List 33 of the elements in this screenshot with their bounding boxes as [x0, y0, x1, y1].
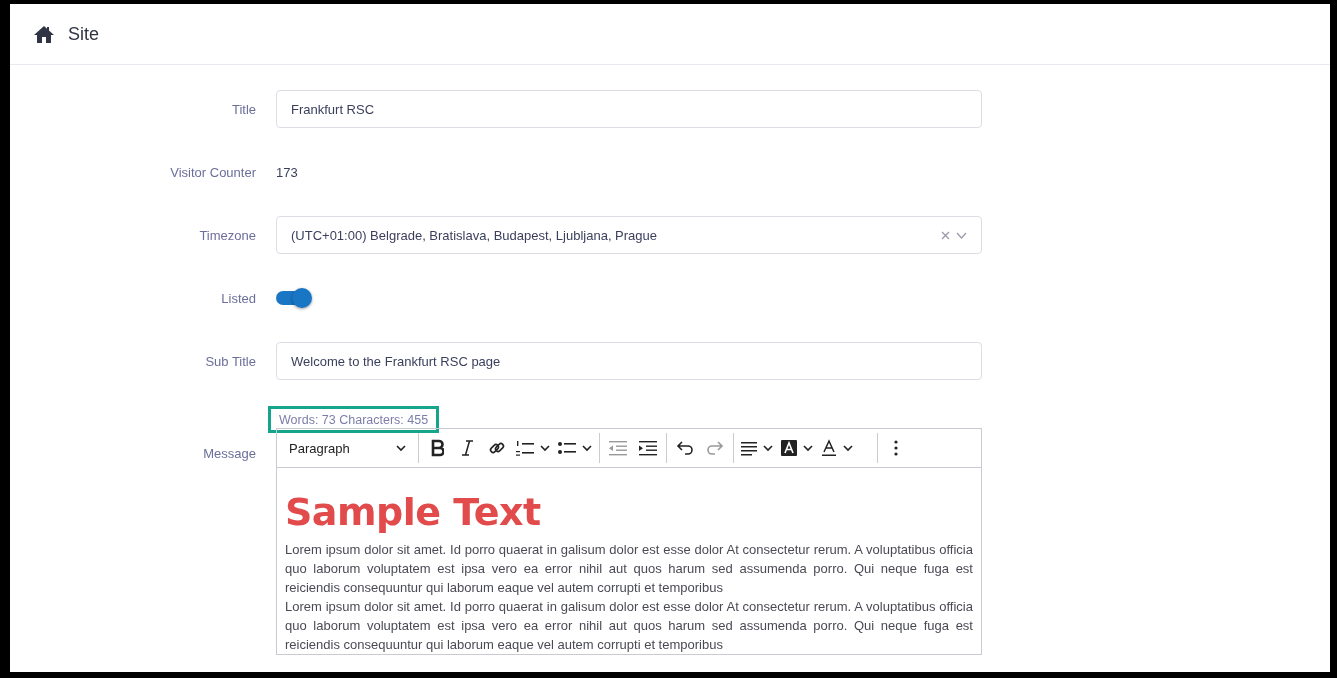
italic-icon	[460, 439, 474, 457]
field-label: Sub Title	[204, 353, 256, 369]
field-label: Title	[230, 101, 256, 117]
outdent-icon	[608, 439, 628, 457]
align-left-icon	[740, 439, 758, 457]
home-icon	[34, 25, 54, 43]
field-label: Visitor Counter	[169, 164, 256, 180]
field-label: Message	[203, 446, 256, 461]
redo-icon	[706, 439, 724, 457]
bulleted-list-icon	[557, 439, 577, 457]
body-paragraph: Lorem ipsum dolor sit amet. Id porro quaerat in galisum dolor est esse dolor At consectetur rerum. A voluptatibus officia quo laborum voluptatem est ipsa vero ea error nihil aut quos harum sed assumenda porro. Qui neque fuga est reiciendis consequuntur qui laborum eaque vel autem corrupti et temporibus	[285, 598, 973, 654]
font-color-icon	[820, 439, 838, 457]
counter-value: 173	[276, 164, 298, 180]
page-title: Site	[68, 23, 100, 45]
numbered-list-icon	[515, 439, 535, 457]
caret-icon	[395, 443, 407, 453]
timezone-dropdown[interactable]: (UTC+01:00) Belgrade, Bratislava, Budapest, Ljubljana, Prague	[276, 216, 982, 254]
field-label: Timezone	[198, 227, 256, 243]
text-field[interactable]: Frankfurt RSC	[276, 90, 982, 128]
body-paragraph: Lorem ipsum dolor sit amet. Id porro quaerat in galisum dolor est esse dolor At consectetur rerum. A voluptatibus officia quo laborum voluptatem est ipsa vero ea error nihil aut quos harum sed assumenda porro. Qui neque fuga est reiciendis consequuntur qui laborum eaque vel autem corrupti et temporibus	[285, 541, 973, 597]
content-heading: Sample Text	[285, 490, 542, 534]
paragraph-dropdown[interactable]: Paragraph	[281, 433, 415, 463]
clear-icon[interactable]	[941, 230, 950, 240]
bold-icon	[430, 439, 444, 457]
chevron-down-icon[interactable]	[956, 230, 967, 240]
word-count: Words: 73 Characters: 455	[268, 406, 440, 433]
text-field[interactable]: Welcome to the Frankfurt RSC page	[276, 342, 982, 380]
field-label: Listed	[220, 290, 256, 306]
toggle-switch[interactable]	[276, 291, 310, 305]
indent-icon	[638, 439, 658, 457]
undo-icon	[676, 439, 694, 457]
highlight-color-icon	[780, 439, 798, 457]
more-options-icon	[893, 439, 899, 457]
